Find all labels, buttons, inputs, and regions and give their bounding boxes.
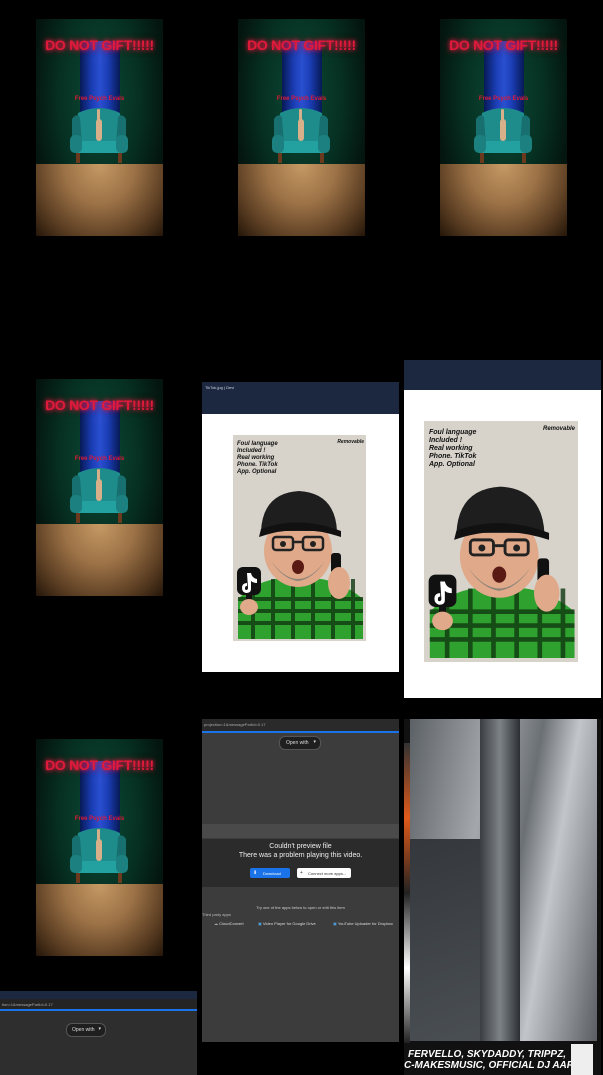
video-frame-screenshot[interactable]: FERVELLO, SKYDADDY, TRIPPZ, C-MAKESMUSIC…	[404, 719, 601, 1075]
gift-tile-3[interactable]: DO NOT GIFT!!!!! Free Psych Evals	[440, 19, 567, 236]
caricature-figure-icon	[235, 489, 365, 641]
viewer-header	[404, 360, 601, 390]
gift-subtitle: Free Psych Evals	[74, 456, 125, 462]
open-with-label: Open with	[72, 1027, 95, 1033]
seat-back	[410, 839, 480, 1041]
player-icon: ▣	[258, 921, 262, 926]
floor	[36, 164, 163, 236]
caricature-image[interactable]: Foul language Included ! Real working Ph…	[233, 435, 366, 641]
viewer-header	[202, 392, 399, 414]
connect-more-apps-button[interactable]: + Connect more apps...	[297, 868, 351, 878]
third-party-label: Third party apps	[202, 912, 231, 917]
gift-subtitle: Free Psych Evals	[276, 96, 327, 102]
gift-subtitle: Free Psych Evals	[74, 96, 125, 102]
video-viewer-screenshot[interactable]: projection=1&messagePartId=0.17 Open wit…	[202, 719, 399, 1042]
path-text: projection=1&messagePartId=0.17	[204, 722, 266, 727]
caricature-screenshot-large[interactable]: Foul language Included ! Real working Ph…	[404, 360, 601, 698]
browser-tab-bar: TikTok.jpg | Devi	[202, 382, 399, 392]
gift-subtitle: Free Psych Evals	[74, 816, 125, 822]
blue-rule	[0, 1009, 197, 1011]
open-with-button[interactable]: Open with ▾	[279, 736, 321, 750]
caricature-figure-icon	[424, 471, 578, 662]
gift-subtitle: Free Psych Evals	[478, 96, 529, 102]
seat-pillar	[480, 719, 520, 1041]
gift-title: DO NOT GIFT!!!!!	[45, 37, 154, 53]
viewer-top-bar: projection=1&messagePartId=0.17	[202, 719, 399, 731]
gift-title: DO NOT GIFT!!!!!	[45, 757, 154, 773]
credits-line-1: FERVELLO, SKYDADDY, TRIPPZ,	[408, 1049, 566, 1060]
gift-tile-1[interactable]: DO NOT GIFT!!!!! Free Psych Evals	[36, 19, 163, 236]
small-viewer-screenshot[interactable]: tion=1&messagePartId=0.17 Open with ▾	[0, 991, 197, 1075]
browser-tab-bar	[0, 991, 197, 999]
open-with-label: Open with	[286, 740, 309, 746]
armchair-icon	[70, 828, 128, 883]
error-panel: Couldn't preview file There was a proble…	[202, 839, 399, 887]
plus-icon: +	[300, 870, 303, 876]
caret-down-icon: ▾	[313, 739, 316, 745]
caricature-right-text: Removable	[542, 426, 575, 432]
app-video-player[interactable]: ▣ Video Player for Google Drive	[258, 921, 316, 926]
gift-tile-2[interactable]: DO NOT GIFT!!!!! Free Psych Evals	[238, 19, 365, 236]
download-button[interactable]: ⬇ Download	[250, 868, 290, 878]
floor	[36, 884, 163, 956]
floor	[238, 164, 365, 236]
download-label: Download	[263, 870, 281, 876]
browser-tab[interactable]: TikTok.jpg | Devi	[205, 385, 234, 390]
caricature-left-text: Foul language Included ! Real working Ph…	[237, 441, 278, 475]
gift-tile-4[interactable]: DO NOT GIFT!!!!! Free Psych Evals	[36, 379, 163, 596]
blue-rule	[202, 731, 399, 733]
gift-tile-5[interactable]: DO NOT GIFT!!!!! Free Psych Evals	[36, 739, 163, 956]
credits-line-2: C-MAKESMUSIC, OFFICIAL DJ AARON	[404, 1060, 589, 1071]
caricature-left-text: Foul language Included ! Real working Ph…	[429, 429, 477, 468]
floor	[440, 164, 567, 236]
armchair-icon	[272, 108, 330, 163]
cloud-icon: ☁	[214, 921, 218, 926]
file-strip	[202, 824, 399, 838]
upload-icon: ▣	[333, 921, 337, 926]
caricature-screenshot-small[interactable]: TikTok.jpg | Devi Foul language Included…	[202, 382, 399, 672]
armchair-icon	[70, 108, 128, 163]
path-text: tion=1&messagePartId=0.17	[2, 1002, 53, 1007]
caricature-image[interactable]: Foul language Included ! Real working Ph…	[424, 421, 578, 662]
download-icon: ⬇	[253, 870, 258, 876]
open-with-button[interactable]: Open with ▾	[66, 1023, 106, 1037]
armchair-icon	[70, 468, 128, 523]
viewer-top-bar: tion=1&messagePartId=0.17	[0, 999, 197, 1009]
white-corner	[571, 1044, 593, 1075]
caricature-right-text: Removable	[337, 439, 364, 445]
gift-title: DO NOT GIFT!!!!!	[449, 37, 558, 53]
error-title: Couldn't preview file	[269, 843, 332, 850]
caret-down-icon: ▾	[98, 1026, 101, 1032]
car-interior-frame	[410, 719, 597, 1041]
gift-title: DO NOT GIFT!!!!!	[247, 37, 356, 53]
error-message: There was a problem playing this video.	[238, 852, 363, 859]
armchair-icon	[474, 108, 532, 163]
apps-prompt: Try one of the apps below to open or edi…	[256, 905, 345, 910]
connect-label: Connect more apps...	[308, 870, 347, 876]
gift-title: DO NOT GIFT!!!!!	[45, 397, 154, 413]
app-cloudconvert[interactable]: ☁ CloudConvert	[214, 921, 244, 926]
floor	[36, 524, 163, 596]
app-youtube-uploader[interactable]: ▣ YouTube Uploader for Dropbox	[333, 921, 393, 926]
